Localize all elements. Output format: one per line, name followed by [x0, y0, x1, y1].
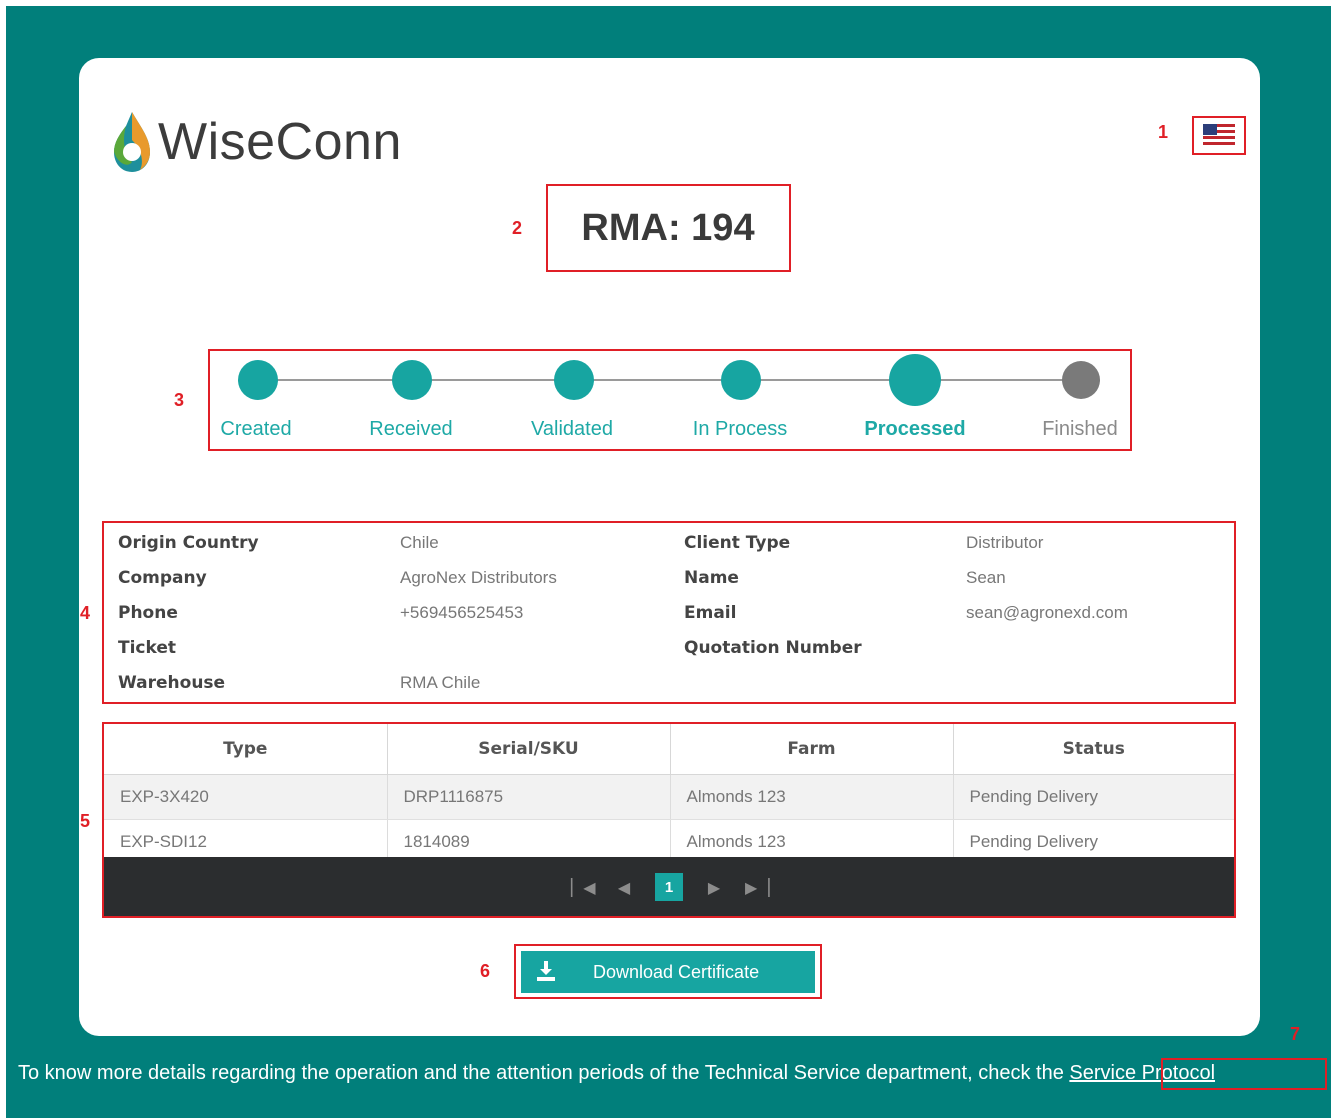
annotation-box-1: [1192, 116, 1246, 155]
annotation-marker-4: 4: [80, 603, 91, 623]
annotation-marker-3: 3: [174, 390, 185, 410]
annotation-marker-1: 1: [1158, 122, 1169, 142]
annotation-marker-6: 6: [480, 961, 491, 981]
wiseconn-logo: WiseConn: [108, 108, 418, 178]
annotation-box-4: [102, 521, 1236, 704]
annotation-marker-2: 2: [512, 218, 523, 238]
annotation-box-6: [514, 944, 822, 999]
brand-name: WiseConn: [158, 113, 402, 171]
water-drop-logo-icon: [114, 112, 150, 172]
footer-note: To know more details regarding the opera…: [18, 1062, 1215, 1085]
annotation-marker-7: 7: [1290, 1024, 1301, 1044]
annotation-box-3: [208, 349, 1132, 451]
annotation-marker-5: 5: [80, 811, 91, 831]
annotation-box-7: [1161, 1058, 1327, 1090]
annotation-box-5: [102, 722, 1236, 918]
footer-text: To know more details regarding the opera…: [18, 1062, 1070, 1084]
annotation-box-2: [546, 184, 791, 272]
